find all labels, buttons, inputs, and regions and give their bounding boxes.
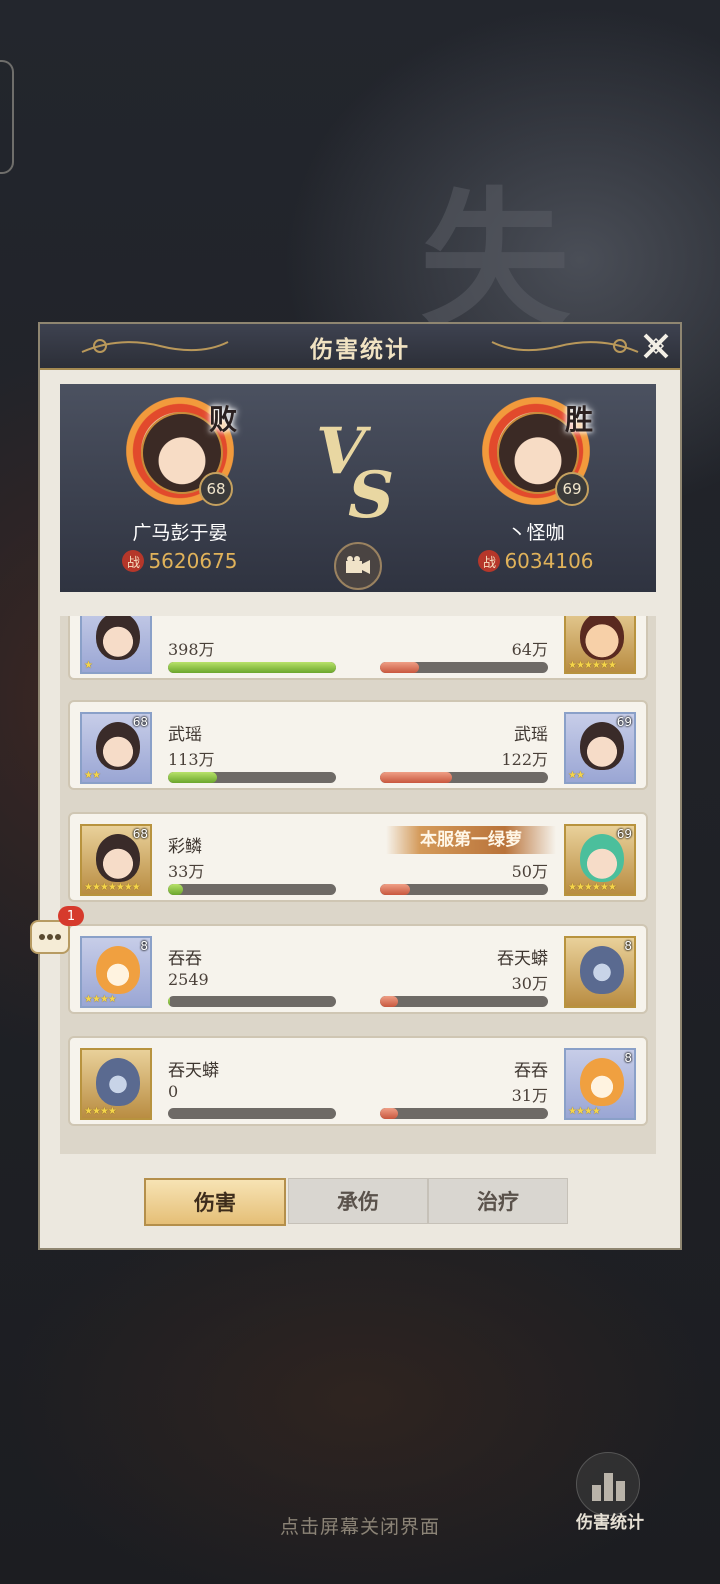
star-rating: ★★★★★★★ [84,882,141,893]
victory-badge: 胜 [564,403,593,436]
hero-left-value: 33万 [168,862,205,881]
player-title-banner: 本服第一绿萝 [386,826,556,854]
ornament-right-icon [491,339,639,353]
left-damage-bar [168,662,336,673]
hero-right-value: 122万 [501,750,548,769]
list-item: ★★★★ 吞天蟒 0 吞吞 31万 8 ★★★★ [68,1036,648,1126]
star-rating: ★★★★ [84,994,117,1005]
hero-left-name: 吞天蟒 [168,1061,219,1081]
tab-healing[interactable]: 治疗 [428,1178,568,1224]
hero-right-portrait[interactable]: 69 ★★★★★★ [564,824,636,896]
list-item: 8 ★★★★ 吞吞 2549 吞天蟒 30万 8 [68,924,648,1014]
chat-dots-icon [39,934,61,940]
star-rating: ★★★★ [568,1106,601,1117]
right-damage-bar [380,772,548,783]
bar-chart-icon [576,1452,640,1516]
left-damage-bar [168,996,336,1007]
left-damage-bar [168,1108,336,1119]
battle-power-icon: 战 [478,550,501,572]
player-right-avatar[interactable]: 胜 69 [477,392,595,510]
video-camera-icon [346,556,370,574]
defeat-badge: 败 [208,403,237,436]
list-item: 68 ★★ 武瑶 113万 武瑶 122万 69 ★★ [68,700,648,790]
hero-left-portrait[interactable]: ★ [80,616,152,674]
star-rating: ★★★★★★ [568,660,617,671]
star-rating: ★★★★ [84,1106,117,1117]
damage-stats-dialog: 伤害统计 败 68 广马彭于晏 战 5620675 VS 胜 69 丶怪咖 战 … [38,322,682,1250]
hero-left-portrait[interactable]: 68 ★★ [80,712,152,784]
left-damage-bar [168,884,336,895]
right-damage-bar [380,884,548,895]
list-item: ★ 398万 64万 ★★★★★★ [68,616,648,680]
hero-left-name: 彩鳞 [168,837,202,857]
stat-tabs: 伤害 承伤 治疗 [144,1178,572,1226]
hero-damage-list[interactable]: ★ 398万 64万 ★★★★★★ 68 ★★ 武瑶 113万 武瑶 122万 6… [60,616,656,1154]
player-right-level: 69 [555,472,589,506]
hero-right-portrait[interactable]: 8 [564,936,636,1008]
hero-left-value: 398万 [168,640,215,659]
hero-right-value: 31万 [511,1086,548,1105]
hero-left-portrait[interactable]: 68 ★★★★★★★ [80,824,152,896]
player-left-power: 战 5620675 [70,549,290,573]
hero-right-name: 武瑶 [514,725,548,745]
dialog-header: 伤害统计 [40,324,680,370]
star-rating: ★★ [84,770,101,781]
chat-unread-badge: 1 [58,906,84,926]
replay-button[interactable] [334,542,382,590]
right-damage-bar [380,662,548,673]
hero-right-portrait[interactable]: ★★★★★★ [564,616,636,674]
hero-left-value: 113万 [168,750,215,769]
vs-icon: VS [316,414,395,533]
hero-right-portrait[interactable]: 8 ★★★★ [564,1048,636,1120]
hero-left-value: 0 [168,1082,179,1101]
hero-left-name: 武瑶 [168,725,202,745]
hero-right-name: 吞天蟒 [497,949,548,969]
tab-damage-taken[interactable]: 承伤 [288,1178,428,1224]
left-damage-bar [168,772,336,783]
vs-banner: 败 68 广马彭于晏 战 5620675 VS 胜 69 丶怪咖 战 60341… [60,384,656,592]
damage-stats-label: 伤害统计 [576,1513,644,1533]
battle-power-icon: 战 [122,550,145,572]
close-button[interactable] [638,328,674,364]
hero-right-portrait[interactable]: 69 ★★ [564,712,636,784]
hero-left-name: 吞吞 [168,949,202,969]
tab-damage[interactable]: 伤害 [144,1178,286,1226]
hero-left-value: 2549 [168,970,209,989]
player-left-level: 68 [199,472,233,506]
hero-left-portrait[interactable]: 8 ★★★★ [80,936,152,1008]
power-value: 5620675 [148,549,238,573]
right-damage-bar [380,1108,548,1119]
hero-right-value: 50万 [511,862,548,881]
player-left[interactable]: 败 68 广马彭于晏 战 5620675 [70,392,290,573]
list-item: 68 ★★★★★★★ 彩鳞 33万 本服第一绿萝 50万 69 ★★★★★★ [68,812,648,902]
player-left-avatar[interactable]: 败 68 [121,392,239,510]
power-value: 6034106 [504,549,594,573]
hero-left-portrait[interactable]: ★★★★ [80,1048,152,1120]
player-right-name: 丶怪咖 [507,522,565,544]
right-damage-bar [380,996,548,1007]
star-rating: ★★★★★★ [568,882,617,893]
hero-right-name: 吞吞 [514,1061,548,1081]
hero-right-value: 64万 [511,640,548,659]
star-rating: ★★ [568,770,585,781]
hero-right-value: 30万 [511,974,548,993]
player-right[interactable]: 胜 69 丶怪咖 战 6034106 [426,392,646,573]
star-rating: ★ [84,660,93,671]
player-left-name: 广马彭于晏 [132,522,228,544]
player-right-power: 战 6034106 [426,549,646,573]
side-handle[interactable] [0,60,14,174]
close-x-icon [643,333,669,359]
damage-stats-button[interactable]: 伤害统计 [570,1452,650,1542]
